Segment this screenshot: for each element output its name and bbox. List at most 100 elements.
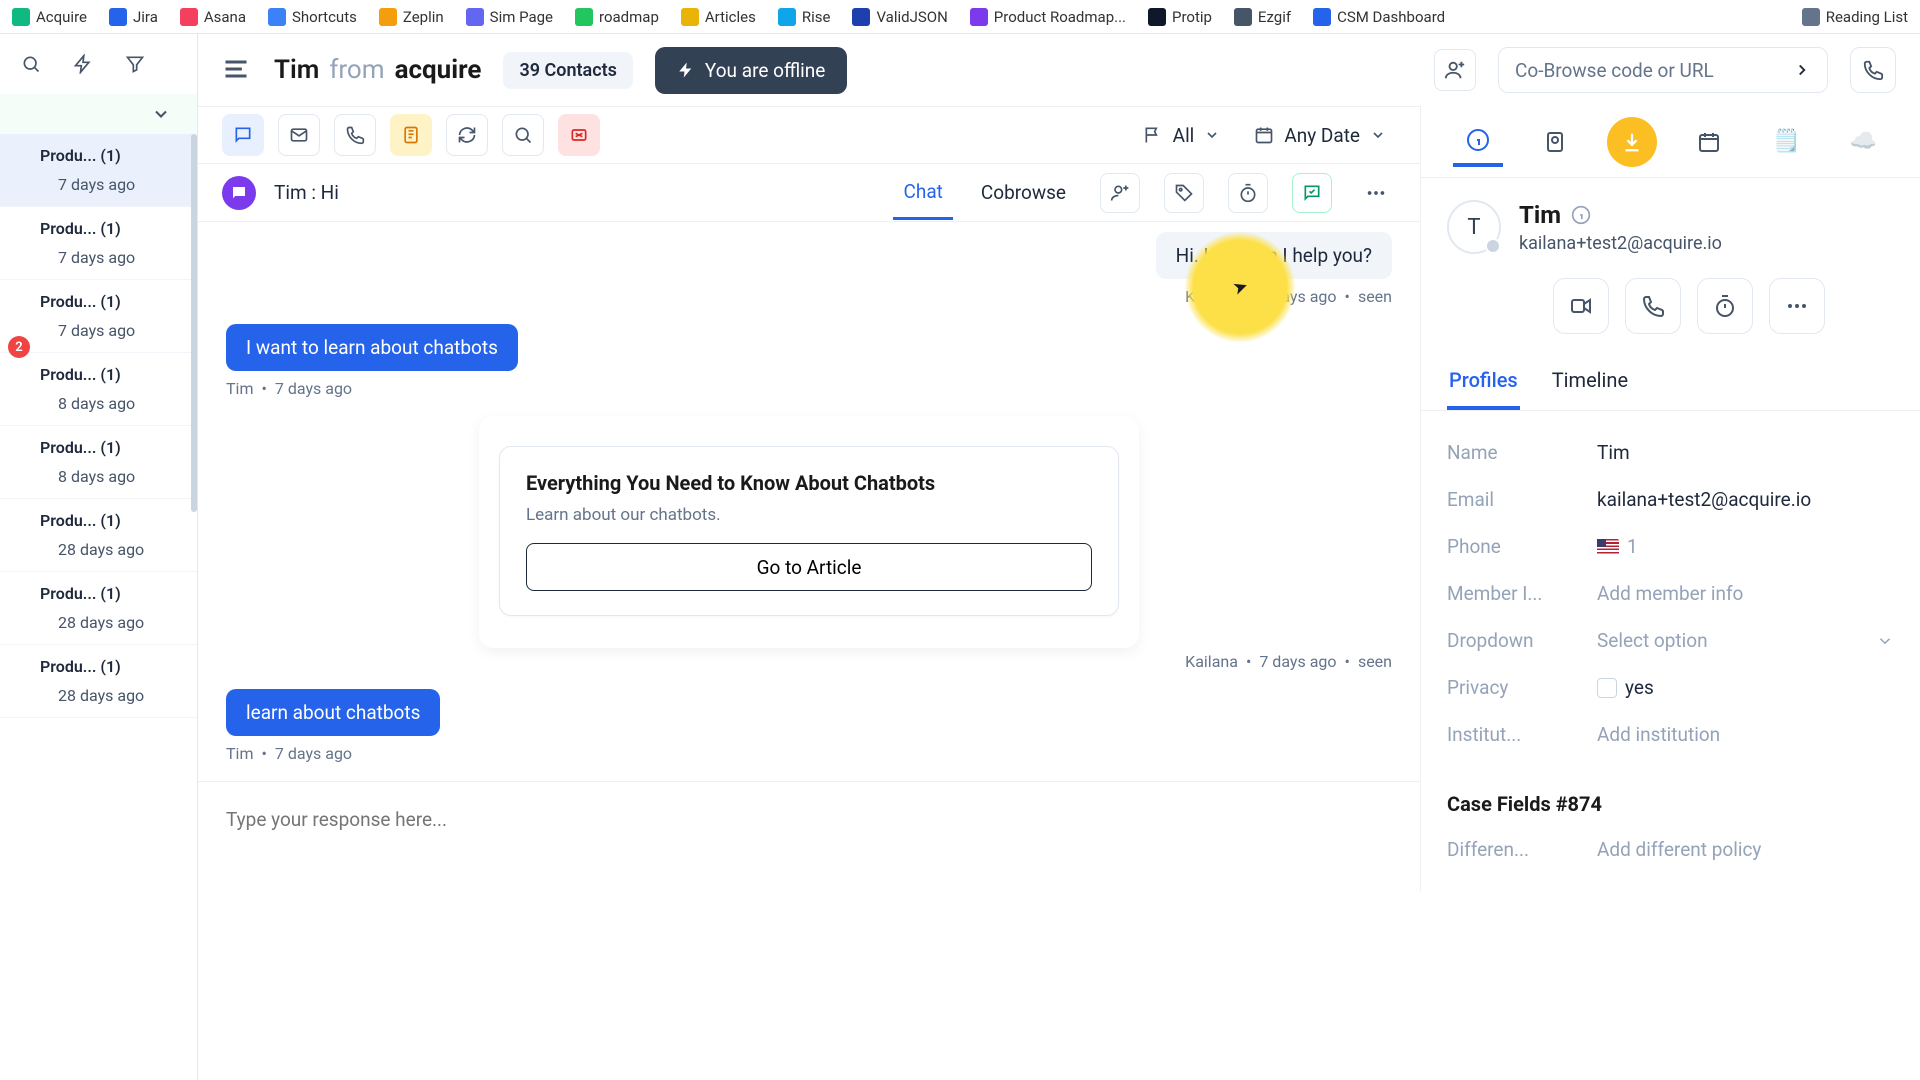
field-dropdown[interactable]: DropdownSelect option [1447,617,1894,664]
add-agent-icon[interactable] [1100,173,1140,213]
article-title: Everything You Need to Know About Chatbo… [526,471,1092,495]
conversation-item[interactable]: Produ... (1)8 days ago [0,426,197,499]
bookmark-item[interactable]: Articles [681,8,756,26]
bookmark-item[interactable]: roadmap [575,8,659,26]
status-filter[interactable]: All [1133,118,1231,153]
more-icon[interactable] [1356,173,1396,213]
bolt-icon[interactable] [66,47,100,81]
field-institution[interactable]: Institut...Add institution [1447,711,1894,758]
dial-icon[interactable] [1850,47,1896,93]
offline-status: You are offline [655,47,847,94]
profile-fields: NameTim Emailkailana+test2@acquire.io Ph… [1421,411,1920,776]
bookmark-item[interactable]: Sim Page [466,8,553,26]
conversation-item[interactable]: Produ... (1)8 days ago [0,353,197,426]
bookmark-item[interactable]: Protip [1148,8,1212,26]
bookmark-label: CSM Dashboard [1337,8,1445,26]
note-channel-icon[interactable] [390,114,432,156]
tab-chat[interactable]: Chat [893,166,952,220]
bookmark-item[interactable]: CSM Dashboard [1313,8,1445,26]
chat-channel-icon[interactable] [222,114,264,156]
profile-avatar: T [1447,200,1501,254]
conversation-sidebar: Produ... (1)7 days agoProdu... (1)7 days… [0,34,198,1080]
collapse-toggle[interactable] [0,94,197,134]
field-member[interactable]: Member I...Add member info [1447,570,1894,617]
date-filter-label: Any Date [1284,124,1360,147]
menu-icon[interactable] [222,55,252,85]
bookmark-item[interactable]: ValidJSON [852,8,947,26]
bookmark-item[interactable]: Rise [778,8,831,26]
bookmark-item[interactable]: Zeplin [379,8,444,26]
main-panel: Tim from acquire 39 Contacts You are off… [198,34,1920,1080]
field-different-policy[interactable]: Differen...Add different policy [1447,826,1894,873]
bookmark-label: Rise [802,8,831,26]
details-panel: 🗒️ ☁️ T Tim kailana+test2@acquire.io [1420,106,1920,891]
bookmark-item[interactable]: Ezgif [1234,8,1291,26]
conversation-time: 28 days ago [40,613,183,632]
conversation-item[interactable]: Produ... (1)7 days ago2 [0,280,197,353]
cloud-tab-icon[interactable]: ☁️ [1838,117,1888,167]
profile-email: kailana+test2@acquire.io [1519,233,1722,254]
conversation-time: 28 days ago [40,686,183,705]
cobrowse-input[interactable]: Co-Browse code or URL [1498,47,1828,93]
phone-channel-icon[interactable] [334,114,376,156]
tab-cobrowse[interactable]: Cobrowse [971,167,1076,218]
block-icon[interactable] [558,114,600,156]
conversation-item[interactable]: Produ... (1)7 days ago [0,207,197,280]
response-input[interactable] [226,796,1392,842]
date-filter[interactable]: Any Date [1244,118,1396,153]
conversation-title: Produ... (1) [40,511,183,530]
email-channel-icon[interactable] [278,114,320,156]
bookmark-label: Sim Page [490,8,553,26]
tab-profiles[interactable]: Profiles [1447,354,1520,410]
phone-call-icon[interactable] [1625,278,1681,334]
filter-icon[interactable] [118,47,152,81]
profile-name: Tim [1519,201,1722,229]
message-meta: Tim•7 days ago [226,379,1392,398]
contacts-count[interactable]: 39 Contacts [503,52,632,89]
conversation-item[interactable]: Produ... (1) 28 days ago [0,499,197,572]
timer-icon[interactable] [1228,173,1268,213]
chevron-down-icon [1370,127,1386,143]
conversation-item[interactable]: Produ... (1)7 days ago [0,134,197,207]
info-icon[interactable] [1571,205,1591,225]
bookmark-item[interactable]: Acquire [12,8,87,26]
notes-tab-icon[interactable]: 🗒️ [1761,117,1811,167]
field-privacy[interactable]: Privacyyes [1447,664,1894,711]
from-label: from [329,55,384,85]
refresh-icon[interactable] [446,114,488,156]
field-phone[interactable]: Phone1 [1447,523,1894,570]
bookmark-item[interactable]: Asana [180,8,246,26]
field-email[interactable]: Emailkailana+test2@acquire.io [1447,476,1894,523]
more-actions-icon[interactable] [1769,278,1825,334]
search-icon[interactable] [14,47,48,81]
info-tab-icon[interactable] [1453,117,1503,167]
search-thread-icon[interactable] [502,114,544,156]
thread-avatar [222,176,256,210]
conversation-item[interactable]: Produ... (1)28 days ago [0,572,197,645]
message-meta: Tim•7 days ago [226,744,1392,763]
timer-action-icon[interactable] [1697,278,1753,334]
privacy-checkbox[interactable] [1597,678,1617,698]
field-name[interactable]: NameTim [1447,429,1894,476]
go-to-article-button[interactable]: Go to Article [526,543,1092,591]
conversation-item[interactable]: Produ... (1)28 days ago [0,645,197,718]
bookmark-item[interactable]: Shortcuts [268,8,357,26]
calendar-tab-icon[interactable] [1684,117,1734,167]
bookmark-item[interactable]: Product Roadmap... [970,8,1126,26]
conversation-title: Produ... (1) [40,438,183,457]
download-tab-icon[interactable] [1607,117,1657,167]
tab-timeline[interactable]: Timeline [1550,354,1630,410]
assign-icon[interactable] [1434,49,1476,91]
contact-name: Tim [274,55,319,85]
bookmark-label: Articles [705,8,756,26]
bookmark-label: Acquire [36,8,87,26]
bookmark-item[interactable]: Jira [109,8,158,26]
conversation-time: 28 days ago [40,540,183,559]
video-call-icon[interactable] [1553,278,1609,334]
badge-tab-icon[interactable] [1530,117,1580,167]
article-card: Everything You Need to Know About Chatbo… [499,446,1119,616]
chevron-down-icon [1876,632,1894,650]
reading-list[interactable]: Reading List [1802,8,1908,26]
tag-icon[interactable] [1164,173,1204,213]
resolve-icon[interactable] [1292,173,1332,213]
